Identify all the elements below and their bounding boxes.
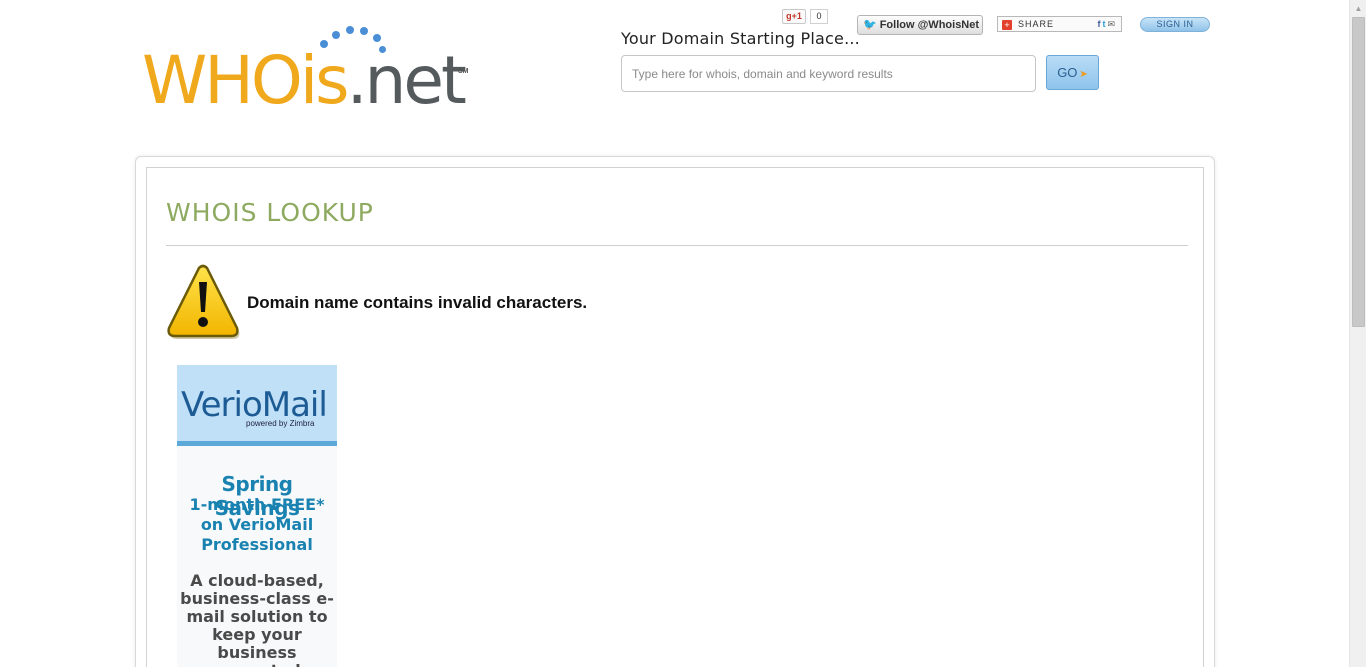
twitter-follow-button[interactable]: 🐦 Follow @WhoisNet: [857, 15, 983, 35]
ad-offer: 1-month FREE* on VerioMail Professional: [189, 495, 325, 554]
error-message: Domain name contains invalid characters.: [247, 293, 588, 312]
warning-icon: [167, 264, 240, 339]
share-button[interactable]: + SHARE ft✉: [997, 16, 1122, 32]
logo-net-text: .net: [346, 42, 467, 119]
scroll-up-arrow-icon[interactable]: ▲: [1350, 0, 1366, 17]
service-mark: SM: [458, 68, 469, 75]
site-logo[interactable]: WHOis.net SM: [140, 22, 480, 122]
go-button[interactable]: GO ➤: [1046, 55, 1099, 90]
veriomail-ad[interactable]: VerioMail powered by Zimbra Spring Savin…: [177, 365, 337, 667]
search-input[interactable]: [621, 55, 1036, 92]
twitter-follow-label: Follow @WhoisNet: [879, 19, 980, 31]
go-label: GO: [1057, 65, 1078, 80]
share-label: SHARE: [1018, 19, 1055, 29]
google-plus-count: 0: [810, 9, 828, 24]
site-tagline: Your Domain Starting Place...: [621, 29, 860, 48]
ad-body: A cloud-based, business-class e-mail sol…: [180, 571, 334, 667]
sign-in-button[interactable]: SIGN IN: [1140, 17, 1210, 32]
mail-icon: ✉: [1107, 19, 1117, 29]
page-title: WHOIS LOOKUP: [166, 198, 374, 227]
vertical-scrollbar[interactable]: ▲: [1349, 0, 1366, 667]
google-plus-button[interactable]: g+1: [782, 9, 806, 24]
share-icons: ft✉: [1097, 17, 1117, 31]
twitter-bird-icon: 🐦: [863, 19, 877, 31]
logo-who-text: WHOis: [142, 42, 350, 119]
arrow-right-icon: ➤: [1079, 69, 1088, 80]
title-divider: [166, 245, 1188, 246]
ad-header: VerioMail powered by Zimbra: [177, 365, 337, 446]
share-plus-icon: +: [1002, 20, 1012, 30]
scroll-thumb[interactable]: [1352, 17, 1365, 327]
logo-wordmark: WHOis.net: [142, 48, 467, 114]
ad-powered-by: powered by Zimbra: [246, 419, 315, 428]
